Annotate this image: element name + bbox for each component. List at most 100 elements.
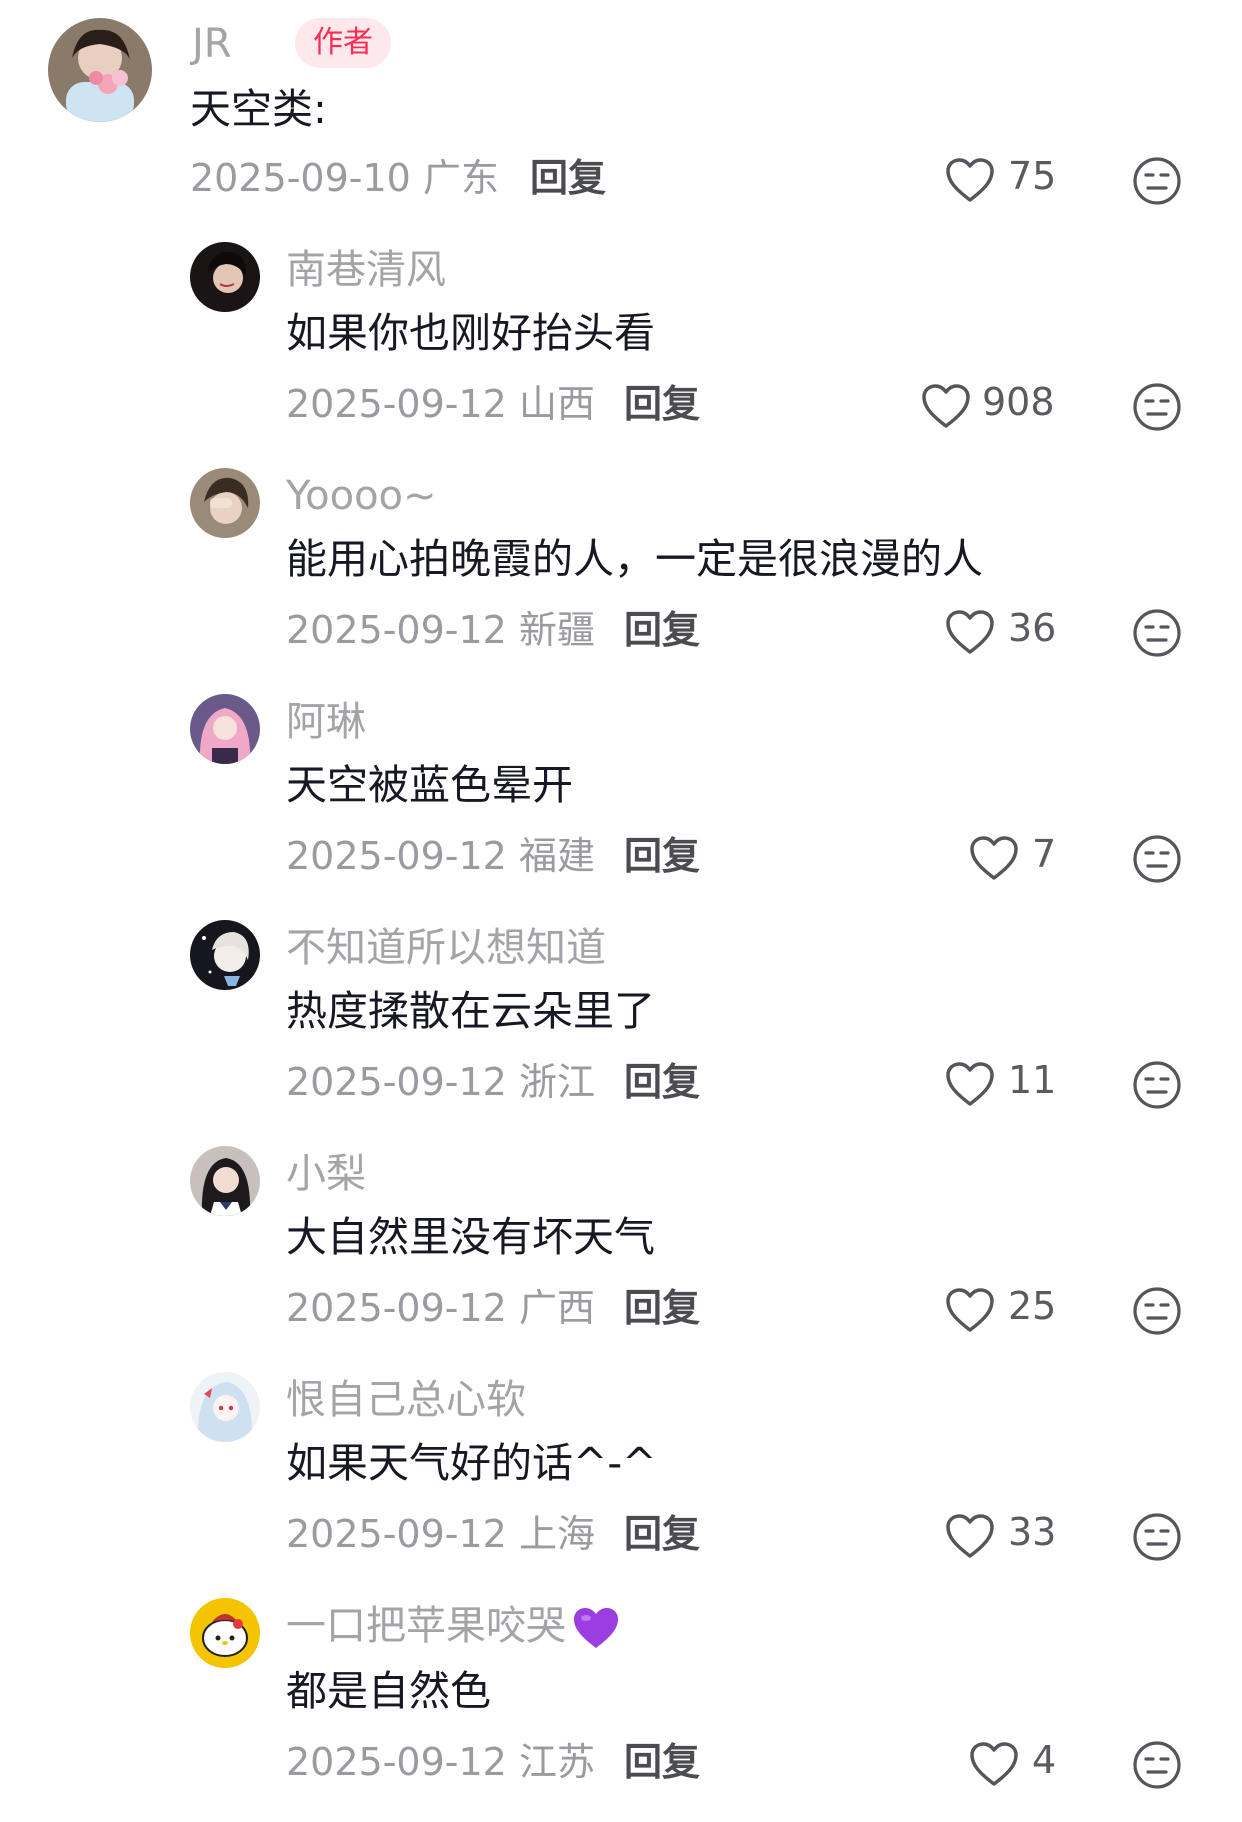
username[interactable]: JR (192, 20, 232, 68)
avatar-image (48, 18, 152, 122)
comment-meta: 2025-09-12 广西 (286, 1284, 595, 1332)
avatar-image (190, 1598, 260, 1668)
neutral-face-icon[interactable] (1132, 382, 1182, 432)
reply-button[interactable]: 回复 (530, 154, 606, 202)
neutral-face-icon[interactable] (1132, 156, 1182, 206)
like-count: 7 (1032, 832, 1057, 876)
neutral-face-icon[interactable] (1132, 1740, 1182, 1790)
comment-date: 2025-09-10 (190, 156, 411, 200)
comment-location: 浙江 (518, 1060, 595, 1104)
neutral-face-icon[interactable] (1132, 1286, 1182, 1336)
top-comment: JR 作者 天空类: 2025-09-10 广东 回复 75 (0, 0, 1242, 220)
avatar-image (190, 1372, 260, 1442)
comment-date: 2025-09-12 (286, 1286, 507, 1330)
comment-text: 都是自然色 (286, 1667, 491, 1715)
like-count: 11 (1008, 1058, 1057, 1102)
avatar[interactable] (190, 920, 260, 990)
comment-meta: 2025-09-12 新疆 (286, 606, 595, 654)
like-count: 25 (1008, 1284, 1057, 1328)
username[interactable]: 一口把苹果咬哭 (286, 1602, 620, 1650)
heart-outline-icon[interactable] (944, 608, 996, 656)
comment-text: 天空类: (190, 85, 327, 133)
comment-meta: 2025-09-12 福建 (286, 832, 595, 880)
comment-date: 2025-09-12 (286, 834, 507, 878)
purple-heart-icon (574, 1608, 618, 1648)
like-count: 75 (1008, 154, 1057, 198)
comment-location: 福建 (518, 834, 595, 878)
heart-outline-icon[interactable] (944, 1286, 996, 1334)
username[interactable]: Yoooo~ (286, 472, 437, 520)
comment-date: 2025-09-12 (286, 608, 507, 652)
avatar-image (190, 242, 260, 312)
comment-date: 2025-09-12 (286, 1512, 507, 1556)
avatar-image (190, 1146, 260, 1216)
heart-outline-icon[interactable] (944, 156, 996, 204)
reply-button[interactable]: 回复 (624, 1510, 700, 1558)
avatar[interactable] (190, 1598, 260, 1668)
reply-comment: 阿琳 天空被蓝色晕开 2025-09-12 福建 回复 7 (0, 678, 1242, 904)
avatar[interactable] (190, 468, 260, 538)
comment-date: 2025-09-12 (286, 1740, 507, 1784)
comment-text: 大自然里没有坏天气 (286, 1213, 655, 1261)
comment-meta: 2025-09-12 江苏 (286, 1738, 595, 1786)
heart-outline-icon[interactable] (944, 1512, 996, 1560)
neutral-face-icon[interactable] (1132, 608, 1182, 658)
reply-button[interactable]: 回复 (624, 832, 700, 880)
neutral-face-icon[interactable] (1132, 834, 1182, 884)
heart-outline-icon[interactable] (920, 382, 972, 430)
reply-button[interactable]: 回复 (624, 1738, 700, 1786)
comment-location: 广东 (422, 156, 499, 200)
comment-text: 天空被蓝色晕开 (286, 761, 573, 809)
avatar[interactable] (190, 694, 260, 764)
username[interactable]: 恨自己总心软 (286, 1376, 526, 1424)
comment-text: 如果你也刚好抬头看 (286, 309, 655, 357)
comment-text: 热度揉散在云朵里了 (286, 987, 655, 1035)
reply-comment: 小梨 大自然里没有坏天气 2025-09-12 广西 回复 25 (0, 1130, 1242, 1356)
avatar-image (190, 920, 260, 990)
comment-text: 能用心拍晚霞的人，一定是很浪漫的人 (286, 535, 983, 583)
comment-meta: 2025-09-12 山西 (286, 380, 595, 428)
like-count: 908 (982, 380, 1055, 424)
neutral-face-icon[interactable] (1132, 1512, 1182, 1562)
like-count: 33 (1008, 1510, 1057, 1554)
username[interactable]: 南巷清风 (286, 246, 446, 294)
heart-outline-icon[interactable] (968, 1740, 1020, 1788)
comment-text: 如果天气好的话^-^ (286, 1439, 657, 1487)
username[interactable]: 不知道所以想知道 (286, 924, 606, 972)
comment-thread: JR 作者 天空类: 2025-09-10 广东 回复 75 南巷清风 如果你也… (0, 0, 1242, 1822)
comment-location: 新疆 (518, 608, 595, 652)
reply-comment: 南巷清风 如果你也刚好抬头看 2025-09-12 山西 回复 908 (0, 226, 1242, 452)
comment-meta: 2025-09-12 浙江 (286, 1058, 595, 1106)
reply-comment: 一口把苹果咬哭 都是自然色 2025-09-12 江苏 回复 4 (0, 1582, 1242, 1822)
heart-outline-icon[interactable] (968, 834, 1020, 882)
reply-comment: 恨自己总心软 如果天气好的话^-^ 2025-09-12 上海 回复 33 (0, 1356, 1242, 1582)
comment-date: 2025-09-12 (286, 382, 507, 426)
like-count: 4 (1032, 1738, 1057, 1782)
reply-button[interactable]: 回复 (624, 606, 700, 654)
avatar[interactable] (190, 1372, 260, 1442)
comment-meta: 2025-09-12 上海 (286, 1510, 595, 1558)
comment-location: 山西 (518, 382, 595, 426)
reply-comment: Yoooo~ 能用心拍晚霞的人，一定是很浪漫的人 2025-09-12 新疆 回… (0, 452, 1242, 678)
reply-button[interactable]: 回复 (624, 380, 700, 428)
comment-location: 江苏 (518, 1740, 595, 1784)
comment-meta: 2025-09-10 广东 (190, 154, 499, 202)
reply-comment: 不知道所以想知道 热度揉散在云朵里了 2025-09-12 浙江 回复 11 (0, 904, 1242, 1130)
heart-outline-icon[interactable] (944, 1060, 996, 1108)
reply-button[interactable]: 回复 (624, 1284, 700, 1332)
comment-location: 上海 (518, 1512, 595, 1556)
neutral-face-icon[interactable] (1132, 1060, 1182, 1110)
reply-button[interactable]: 回复 (624, 1058, 700, 1106)
like-count: 36 (1008, 606, 1057, 650)
avatar-image (190, 468, 260, 538)
avatar-image (190, 694, 260, 764)
username[interactable]: 小梨 (286, 1150, 366, 1198)
username[interactable]: 阿琳 (286, 698, 366, 746)
comment-date: 2025-09-12 (286, 1060, 507, 1104)
avatar[interactable] (48, 18, 152, 122)
avatar[interactable] (190, 1146, 260, 1216)
username-text: 一口把苹果咬哭 (286, 1603, 566, 1649)
comment-location: 广西 (518, 1286, 595, 1330)
avatar[interactable] (190, 242, 260, 312)
author-badge: 作者 (295, 18, 391, 68)
